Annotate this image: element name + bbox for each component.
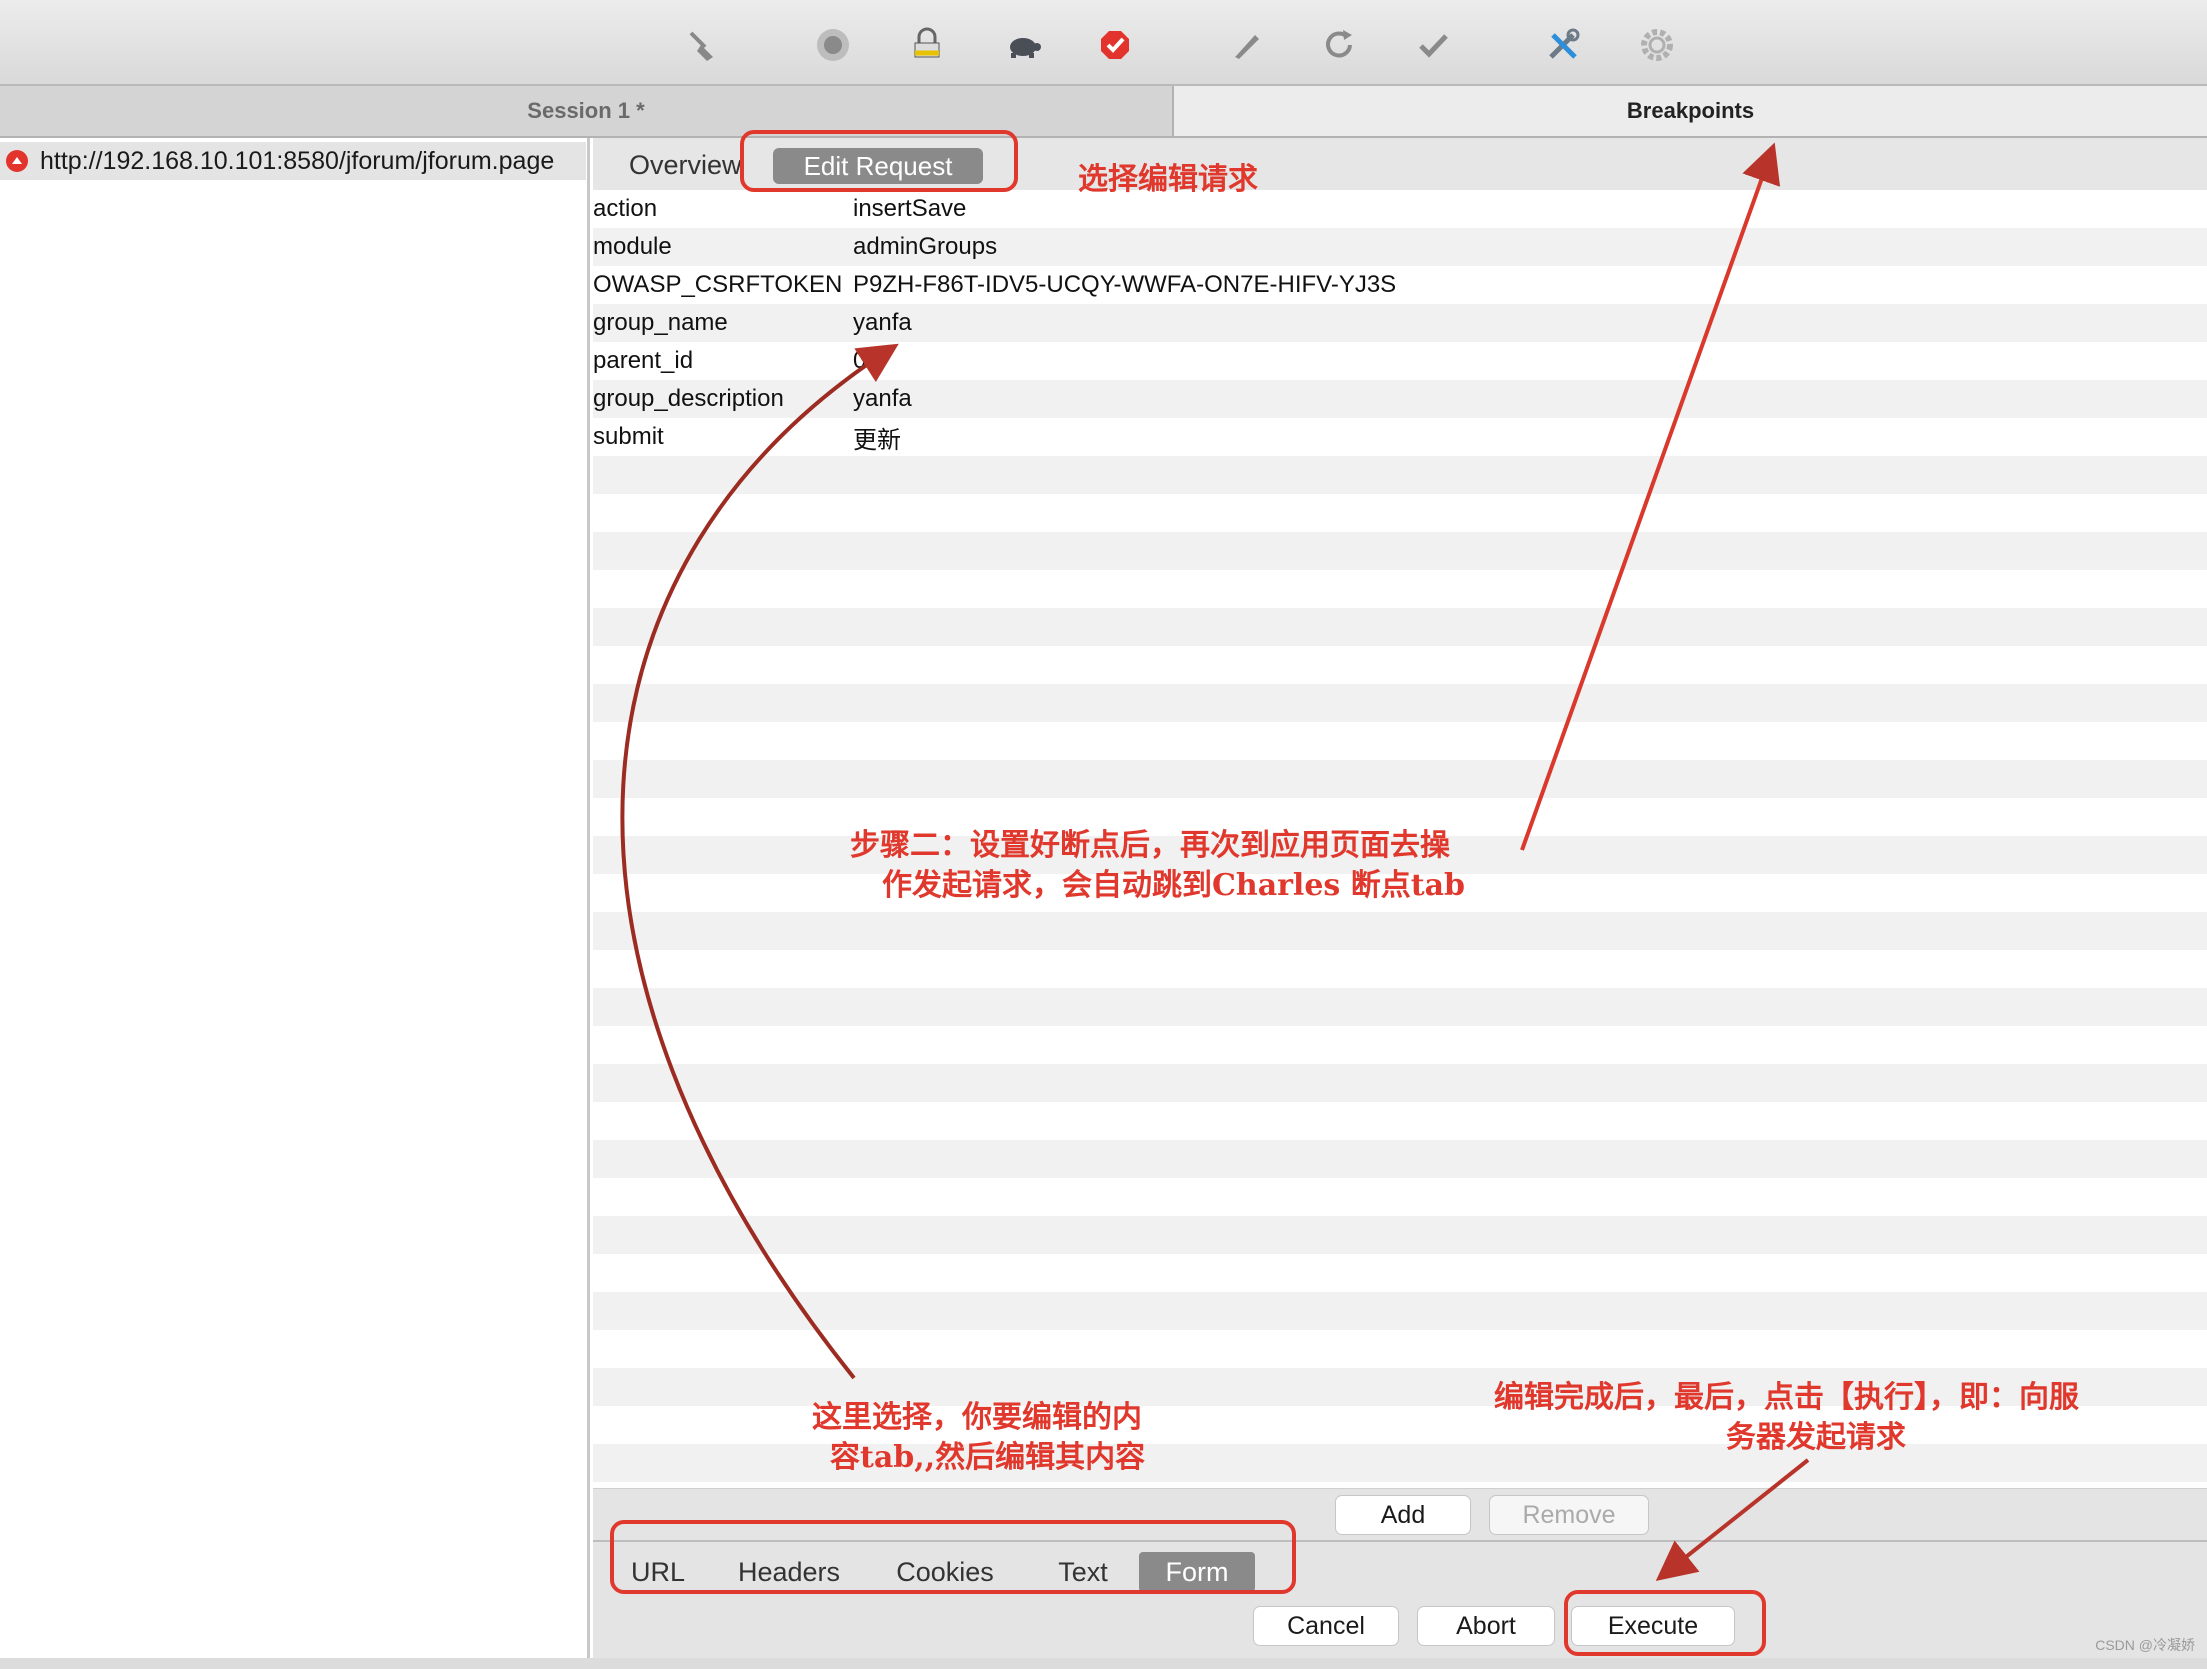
add-button[interactable]: Add	[1335, 1495, 1471, 1535]
record-icon[interactable]	[810, 22, 856, 68]
annotation-edit-request: 选择编辑请求	[1078, 162, 1258, 197]
table-row[interactable]: group_name yanfa	[593, 304, 2207, 342]
annotation-box-body-tabs	[610, 1520, 1296, 1594]
form-key: action	[593, 195, 658, 222]
form-key: OWASP_CSRFTOKEN	[593, 271, 843, 298]
annotation-box-execute	[1564, 1590, 1766, 1656]
broom-icon[interactable]	[680, 22, 726, 68]
check-icon[interactable]	[1410, 22, 1456, 68]
settings-gear-icon[interactable]	[1634, 22, 1680, 68]
action-bar: Cancel Abort Execute	[593, 1598, 2207, 1658]
annotation-step2-line1: 步骤二：设置好断点后，再次到应用页面去操	[850, 828, 1450, 863]
table-row[interactable]: OWASP_CSRFTOKEN P9ZH-F86T-IDV5-UCQY-WWFA-…	[593, 266, 2207, 304]
table-row[interactable]: action insertSave	[593, 190, 2207, 228]
turtle-icon[interactable]	[1000, 22, 1046, 68]
form-value[interactable]: yanfa	[853, 385, 912, 413]
remove-button[interactable]: Remove	[1489, 1495, 1649, 1535]
abort-button[interactable]: Abort	[1417, 1606, 1555, 1646]
annotation-tab-select-line2: 容tab,,然后编辑其内容	[830, 1440, 1146, 1475]
tab-overview[interactable]: Overview	[629, 148, 742, 182]
table-row[interactable]: module adminGroups	[593, 228, 2207, 266]
table-row[interactable]: submit 更新	[593, 418, 2207, 456]
form-key: submit	[593, 423, 664, 450]
session-tree: http://192.168.10.101:8580/jforum/jforum…	[0, 138, 590, 1669]
form-key: parent_id	[593, 347, 694, 374]
cancel-button[interactable]: Cancel	[1253, 1606, 1399, 1646]
refresh-icon[interactable]	[1316, 22, 1362, 68]
throttle-lock-icon[interactable]	[904, 22, 950, 68]
annotation-execute-line1: 编辑完成后，最后，点击【执行】，即：向服	[1494, 1380, 2079, 1415]
tree-item-url: http://192.168.10.101:8580/jforum/jforum…	[40, 146, 555, 175]
form-value[interactable]: 0	[853, 347, 866, 375]
tab-breakpoints[interactable]: Breakpoints	[1174, 86, 2207, 138]
table-row[interactable]: group_description yanfa	[593, 380, 2207, 418]
form-key: group_name	[593, 309, 728, 336]
breakpoint-marker-icon	[6, 150, 28, 172]
status-strip	[0, 1658, 2207, 1669]
form-value[interactable]: P9ZH-F86T-IDV5-UCQY-WWFA-ON7E-HIFV-YJ3S	[853, 271, 1396, 299]
table-row[interactable]: parent_id 0	[593, 342, 2207, 380]
form-value[interactable]: 更新	[853, 420, 901, 455]
annotation-tab-select-line1: 这里选择，你要编辑的内	[812, 1400, 1142, 1435]
tools-icon[interactable]	[1540, 22, 1586, 68]
annotation-execute-line2: 务器发起请求	[1726, 1420, 1906, 1455]
tree-item-request[interactable]: http://192.168.10.101:8580/jforum/jforum…	[0, 142, 586, 180]
annotation-box-edit-request	[740, 130, 1018, 192]
annotation-step2-line2: 作发起请求，会自动跳到Charles 断点tab	[882, 868, 1466, 903]
watermark: CSDN @冷凝娇	[2095, 1637, 2195, 1653]
breakpoint-icon[interactable]	[1092, 22, 1138, 68]
form-value[interactable]: adminGroups	[853, 233, 997, 261]
toolbar	[0, 0, 2207, 86]
form-key: group_description	[593, 385, 784, 412]
pen-icon[interactable]	[1222, 22, 1268, 68]
form-value[interactable]: yanfa	[853, 309, 912, 337]
form-value[interactable]: insertSave	[853, 195, 966, 223]
form-key: module	[593, 233, 672, 260]
